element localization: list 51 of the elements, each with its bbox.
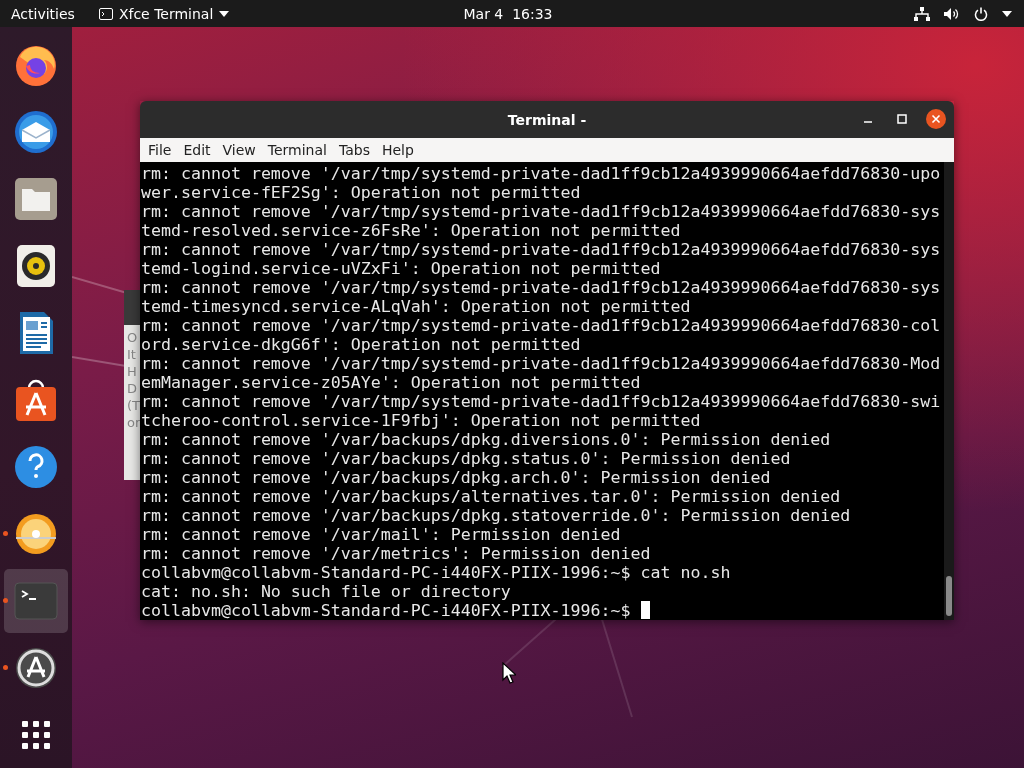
close-button[interactable]: [924, 107, 948, 131]
terminal-line: collabvm@collabvm-Standard-PC-i440FX-PIIX-1996:~$: [141, 601, 944, 620]
terminal-line: rm: cannot remove '/var/backups/dpkg.arch.0': Permission denied: [141, 468, 772, 487]
menu-item[interactable]: Terminal: [261, 142, 333, 158]
menu-item[interactable]: Tabs: [332, 142, 376, 158]
terminal-line: temd-timesyncd.service-ALqVah': Operation not permitted: [141, 297, 692, 316]
terminal-line: rm: cannot remove '/var/tmp/systemd-private-dad1ff9cb12a4939990664aefdd76830-sys: [141, 278, 942, 297]
text-fragment: H: [127, 363, 137, 380]
caret-icon: [219, 10, 230, 17]
terminal-line: rm: cannot remove '/var/backups/dpkg.statoverride.0': Permission denied: [141, 506, 852, 525]
terminal-line: rm: cannot remove '/var/tmp/systemd-private-dad1ff9cb12a4939990664aefdd76830-Mod: [141, 354, 942, 373]
scrollbar[interactable]: [944, 162, 954, 620]
terminal-line: rm: cannot remove '/var/mail': Permission denied: [141, 525, 622, 544]
terminal-line: temd-resolved.service-z6FsRe': Operation not permitted: [141, 221, 682, 240]
menu-item[interactable]: Edit: [177, 142, 217, 158]
terminal-line: tcheroo-control.service-1F9fbj': Operation not permitted: [141, 411, 702, 430]
terminal-line: rm: cannot remove '/var/tmp/systemd-private-dad1ff9cb12a4939990664aefdd76830-sys: [141, 240, 942, 259]
text-fragment: O: [127, 329, 138, 346]
terminal-line: cat: no.sh: No such file or directory: [141, 582, 512, 601]
app-menu[interactable]: Xfce Terminal: [98, 5, 230, 22]
terminal-line: rm: cannot remove '/var/backups/dpkg.diversions.0': Permission denied: [141, 430, 832, 449]
text-fragment: It: [127, 346, 136, 363]
text-cursor: [640, 601, 650, 619]
menu-item[interactable]: Help: [375, 142, 420, 158]
terminal-line: ord.service-dkgG6f': Operation not permitted: [141, 335, 582, 354]
terminal-line: rm: cannot remove '/var/tmp/systemd-private-dad1ff9cb12a4939990664aefdd76830-col: [141, 316, 942, 335]
text-fragment: D: [127, 380, 137, 397]
power-icon[interactable]: [974, 6, 988, 21]
network-icon[interactable]: [914, 6, 930, 21]
terminal-line: rm: cannot remove '/var/tmp/systemd-private-dad1ff9cb12a4939990664aefdd76830-sys: [141, 202, 942, 221]
menu-item[interactable]: File: [142, 142, 178, 158]
window-title: Terminal -: [507, 111, 587, 128]
activities-button[interactable]: Activities: [11, 5, 75, 22]
terminal-line: temd-logind.service-uVZxFi': Operation not permitted: [141, 259, 662, 278]
volume-icon[interactable]: [944, 6, 960, 21]
text-fragment: or: [127, 414, 141, 431]
caret-icon[interactable]: [1002, 10, 1012, 17]
clock[interactable]: Mar 4 16:33: [463, 5, 553, 22]
terminal-line: collabvm@collabvm-Standard-PC-i440FX-PIIX-1996:~$ cat no.sh: [141, 563, 732, 582]
terminal-line: rm: cannot remove '/var/tmp/systemd-private-dad1ff9cb12a4939990664aefdd76830-swi: [141, 392, 942, 411]
mouse-pointer-icon: [502, 662, 516, 684]
terminal-line: rm: cannot remove '/var/backups/alternatives.tar.0': Permission denied: [141, 487, 842, 506]
scrollbar-thumb[interactable]: [946, 576, 952, 616]
terminal-icon: [98, 7, 113, 20]
text-fragment: (T: [127, 397, 140, 414]
menu-item[interactable]: View: [216, 142, 262, 158]
terminal-line: rm: cannot remove '/var/metrics': Permission denied: [141, 544, 652, 563]
terminal-line: wer.service-fEF2Sg': Operation not permitted: [141, 183, 582, 202]
terminal-line: rm: cannot remove '/var/backups/dpkg.status.0': Permission denied: [141, 449, 792, 468]
terminal-line: emManager.service-z05AYe': Operation not permitted: [141, 373, 642, 392]
terminal-line: rm: cannot remove '/var/tmp/systemd-private-dad1ff9cb12a4939990664aefdd76830-upo: [141, 164, 942, 183]
